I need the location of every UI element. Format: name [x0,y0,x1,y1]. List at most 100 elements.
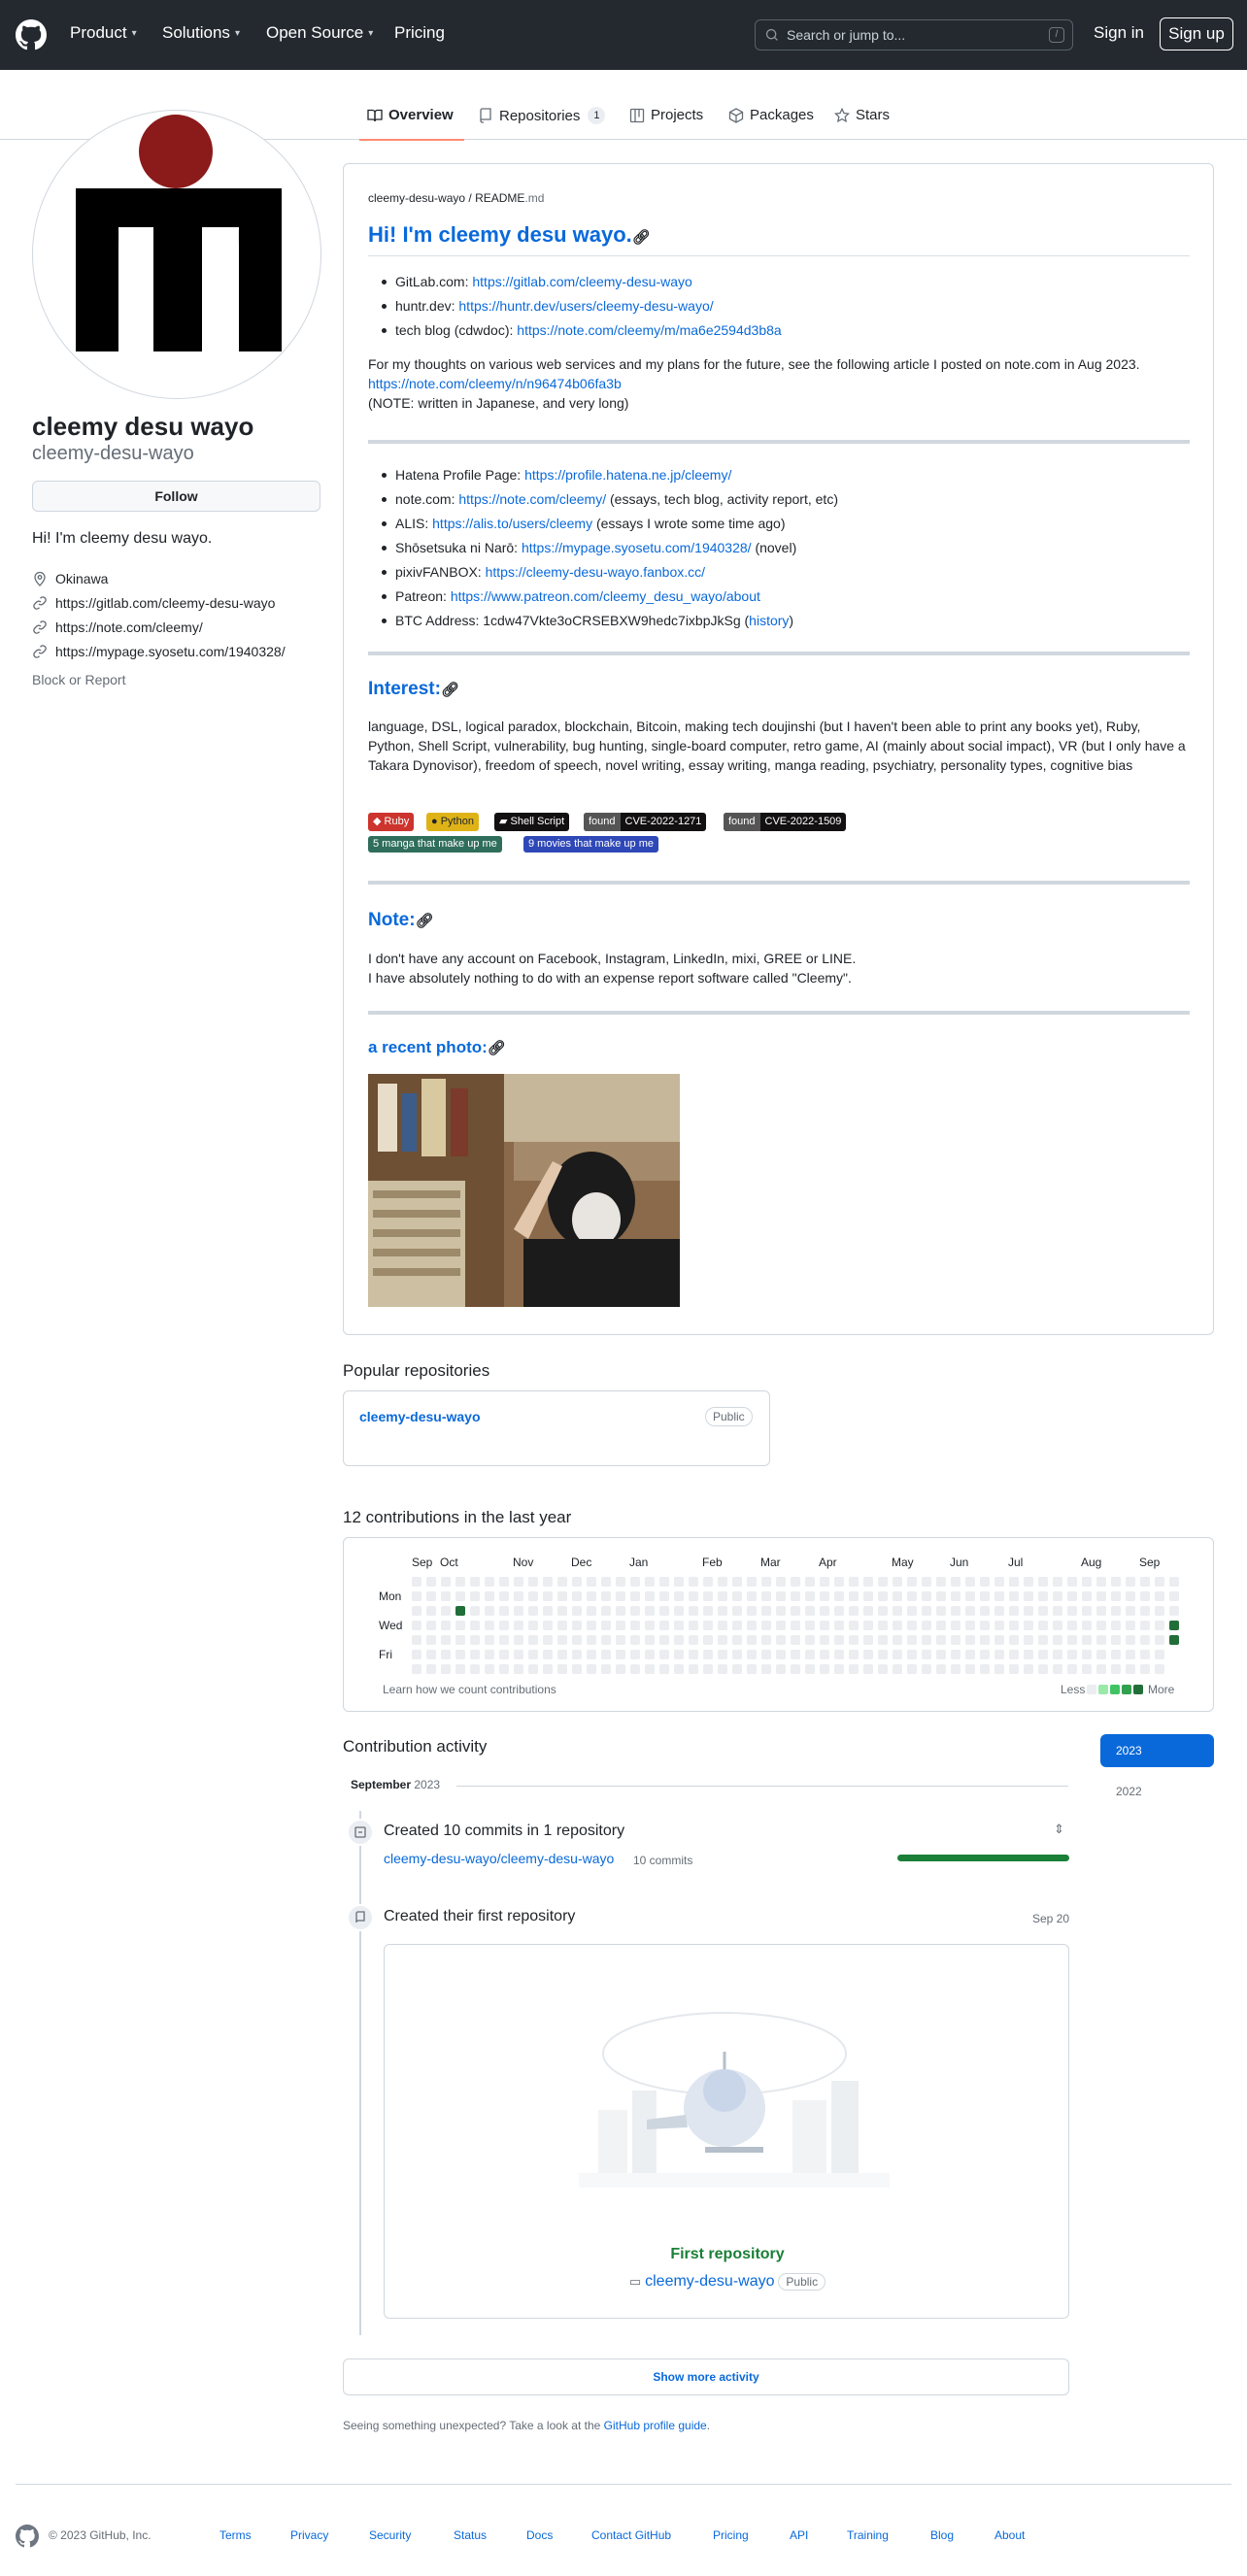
contribution-day[interactable] [659,1621,669,1630]
contribution-day[interactable] [980,1591,990,1601]
contribution-day[interactable] [820,1577,829,1587]
contribution-day[interactable] [951,1606,961,1616]
contribution-day[interactable] [805,1621,815,1630]
contribution-day[interactable] [485,1621,494,1630]
list-link[interactable]: https://mypage.syosetu.com/1940328/ [522,540,752,555]
contribution-day[interactable] [1038,1591,1048,1601]
contribution-day[interactable] [776,1650,786,1659]
contribution-day[interactable] [761,1577,771,1587]
contribution-day[interactable] [747,1606,757,1616]
anchor-link-icon[interactable]: 🔗︎ [416,913,434,929]
contribution-day[interactable] [601,1650,611,1659]
collapse-icon[interactable]: ⇕ [1054,1822,1064,1837]
contribution-day[interactable] [907,1606,917,1616]
list-link[interactable]: https://gitlab.com/cleemy-desu-wayo [472,274,691,289]
contribution-day[interactable] [791,1635,800,1645]
learn-contributions-link[interactable]: Learn how we count contributions [383,1683,556,1696]
contribution-day[interactable] [834,1577,844,1587]
contribution-day[interactable] [893,1664,902,1674]
contribution-day[interactable] [572,1650,582,1659]
contribution-day[interactable] [674,1606,684,1616]
contribution-day[interactable] [441,1606,451,1616]
badge-cve-2[interactable]: found CVE-2022-1509 [724,813,847,831]
list-link[interactable]: https://alis.to/users/cleemy [432,516,592,531]
contribution-day[interactable] [616,1577,625,1587]
contribution-day[interactable] [645,1621,655,1630]
contribution-day[interactable] [1126,1606,1135,1616]
list-link[interactable]: https://huntr.dev/users/cleemy-desu-wayo… [458,298,713,314]
contribution-day[interactable] [470,1591,480,1601]
first-repo-link[interactable]: cleemy-desu-wayo [645,2273,774,2290]
contribution-day[interactable] [834,1664,844,1674]
contribution-day[interactable] [980,1606,990,1616]
contribution-day[interactable] [412,1650,421,1659]
contribution-day[interactable] [863,1621,873,1630]
contribution-day[interactable] [893,1577,902,1587]
contribution-day[interactable] [557,1591,567,1601]
contribution-day[interactable] [616,1635,625,1645]
tab-packages[interactable]: Packages [728,107,814,123]
contribution-day[interactable] [659,1650,669,1659]
contribution-day[interactable] [1038,1664,1048,1674]
contribution-day[interactable] [907,1635,917,1645]
contribution-day[interactable] [1024,1577,1033,1587]
contribution-day[interactable] [1009,1577,1019,1587]
contribution-day[interactable] [936,1591,946,1601]
contribution-day[interactable] [659,1635,669,1645]
contribution-day[interactable] [878,1591,888,1601]
contribution-day[interactable] [1096,1577,1106,1587]
contribution-day[interactable] [951,1621,961,1630]
contribution-day[interactable] [659,1591,669,1601]
contribution-day[interactable] [747,1664,757,1674]
contribution-day[interactable] [1155,1635,1164,1645]
contribution-day[interactable] [689,1606,698,1616]
footer-link-pricing[interactable]: Pricing [713,2528,749,2542]
contribution-day[interactable] [1067,1577,1077,1587]
contribution-day[interactable] [1140,1635,1150,1645]
contribution-day[interactable] [965,1606,975,1616]
pinned-repo-link[interactable]: cleemy-desu-wayo [359,1409,481,1424]
contribution-day[interactable] [1140,1621,1150,1630]
contribution-day[interactable] [543,1591,553,1601]
contribution-day[interactable] [1111,1635,1121,1645]
contribution-day[interactable] [1096,1650,1106,1659]
contribution-day[interactable] [455,1577,465,1587]
contribution-day[interactable] [514,1664,523,1674]
contribution-day[interactable] [718,1650,727,1659]
contribution-day[interactable] [805,1664,815,1674]
contribution-day[interactable] [674,1577,684,1587]
contribution-day[interactable] [761,1635,771,1645]
contribution-day[interactable] [587,1606,596,1616]
contribution-day[interactable] [645,1577,655,1587]
contribution-day[interactable] [907,1591,917,1601]
contribution-day[interactable] [1053,1664,1062,1674]
contribution-day[interactable] [878,1621,888,1630]
contribution-day[interactable] [485,1606,494,1616]
footer-link-training[interactable]: Training [847,2528,889,2542]
contribution-day[interactable] [412,1621,421,1630]
contribution-day[interactable] [601,1591,611,1601]
contribution-day[interactable] [922,1621,931,1630]
contribution-day[interactable] [630,1606,640,1616]
contribution-day[interactable] [747,1635,757,1645]
contribution-day[interactable] [732,1591,742,1601]
contribution-day[interactable] [674,1621,684,1630]
contribution-day[interactable] [514,1635,523,1645]
contribution-day[interactable] [936,1650,946,1659]
list-link[interactable]: https://www.patreon.com/cleemy_desu_wayo… [451,588,760,604]
contribution-day[interactable] [776,1606,786,1616]
contribution-day[interactable] [543,1650,553,1659]
footer-link-status[interactable]: Status [454,2528,487,2542]
anchor-link-icon[interactable]: 🔗︎ [632,229,651,246]
contribution-day[interactable] [587,1621,596,1630]
contribution-day[interactable] [543,1621,553,1630]
contribution-day[interactable] [922,1606,931,1616]
contribution-day[interactable] [863,1577,873,1587]
contribution-day[interactable] [1053,1635,1062,1645]
contribution-day[interactable] [689,1621,698,1630]
contribution-day[interactable] [499,1650,509,1659]
contribution-day[interactable] [820,1664,829,1674]
contribution-day[interactable] [1111,1650,1121,1659]
contribution-day[interactable] [674,1591,684,1601]
recent-photo[interactable] [368,1074,680,1307]
